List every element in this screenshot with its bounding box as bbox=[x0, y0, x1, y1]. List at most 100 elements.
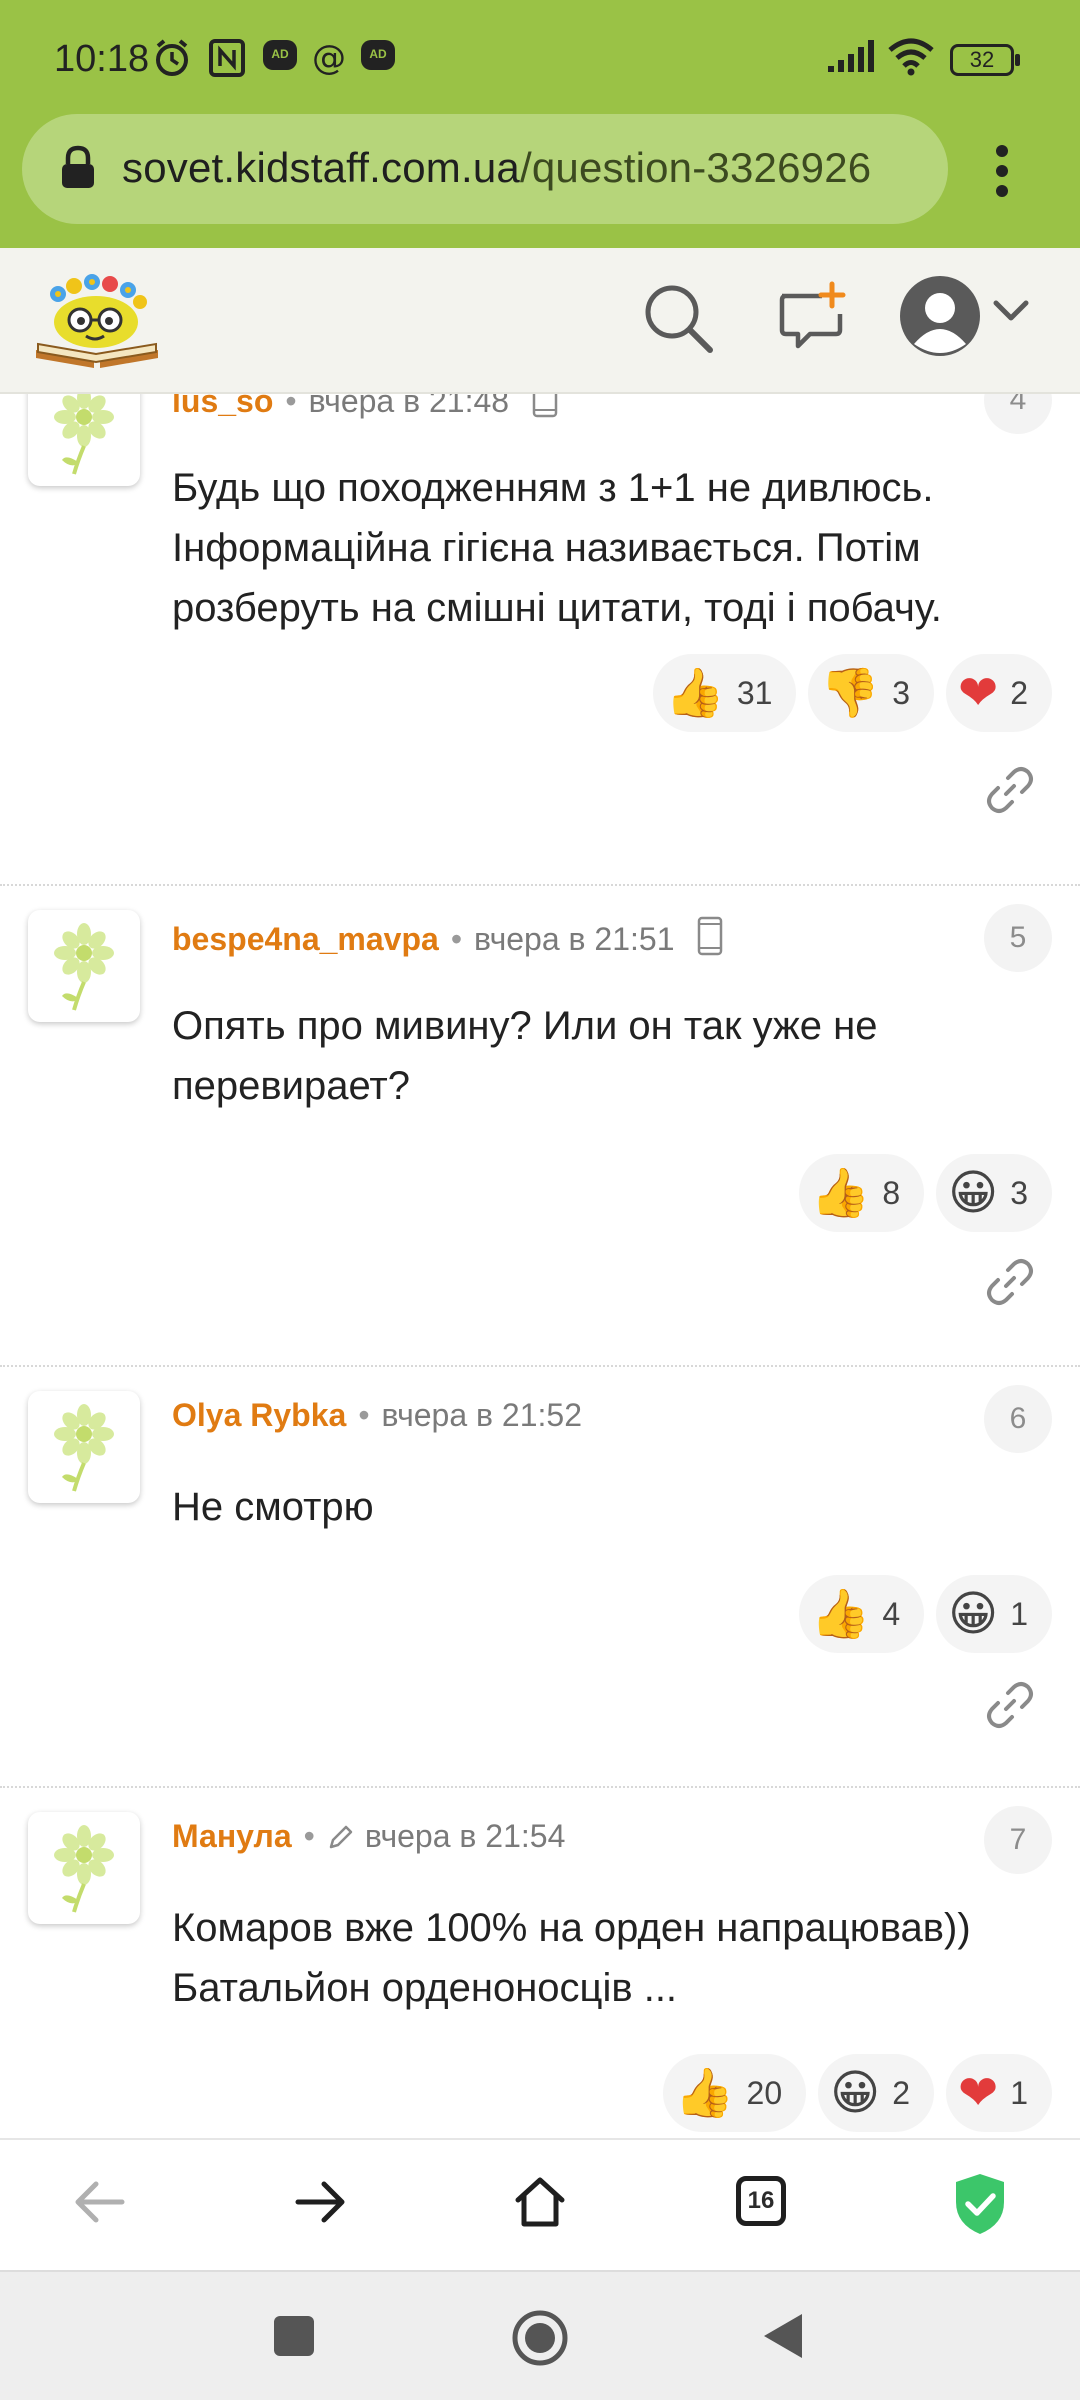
flower-avatar-icon bbox=[54, 923, 114, 1011]
thumbs-up-icon: 👍 bbox=[665, 665, 725, 721]
comment-meta: lus_so • вчера в 21:48 bbox=[172, 394, 558, 420]
tabs-counter-button[interactable]: 16 bbox=[736, 2176, 786, 2226]
reaction-count: 3 bbox=[892, 674, 910, 711]
site-header bbox=[0, 248, 1080, 394]
grinning-face-icon: 😀 bbox=[948, 1586, 999, 1642]
comment-author[interactable]: Olya Rybka bbox=[172, 1397, 346, 1433]
reaction-count: 4 bbox=[882, 1595, 901, 1632]
chevron-down-icon[interactable] bbox=[992, 298, 1030, 324]
signal-icon bbox=[828, 40, 874, 72]
comment-author[interactable]: Манула bbox=[172, 1818, 292, 1854]
flower-avatar-icon bbox=[54, 394, 114, 475]
reaction-count: 31 bbox=[736, 674, 773, 711]
url-path: /question-3326926 bbox=[519, 144, 872, 191]
avatar[interactable] bbox=[28, 1812, 140, 1924]
browser-toolbar: 16 bbox=[0, 2138, 1080, 2270]
separator-dot: • bbox=[303, 1818, 315, 1854]
back-triangle-icon[interactable] bbox=[760, 2310, 806, 2362]
system-nav-bar bbox=[0, 2270, 1080, 2400]
recent-apps-icon[interactable] bbox=[272, 2314, 316, 2358]
thumbs-up-icon: 👍 bbox=[810, 1586, 871, 1642]
svg-text:@: @ bbox=[312, 38, 346, 78]
svg-text:AD: AD bbox=[271, 47, 289, 61]
svg-text:AD: AD bbox=[369, 47, 387, 61]
reaction-grinning[interactable]: 😀 3 bbox=[936, 1154, 1052, 1232]
battery-indicator: 32 bbox=[950, 44, 1020, 76]
mobile-device-icon bbox=[698, 916, 723, 956]
home-icon[interactable] bbox=[510, 2172, 570, 2232]
avatar[interactable] bbox=[28, 910, 140, 1022]
reaction-thumbs-up[interactable]: 👍 8 bbox=[798, 1154, 925, 1232]
comment-meta: Манула • вчера в 21:54 bbox=[172, 1818, 565, 1855]
status-time: 10:18 bbox=[54, 38, 150, 80]
edited-pencil-icon bbox=[329, 1825, 353, 1849]
reaction-count: 20 bbox=[746, 2074, 783, 2111]
comment-item: Манула • вчера в 21:54 7 Комаров вже 100% … bbox=[0, 1788, 1080, 2138]
status-bar: 10:18 AD @ AD 32 bbox=[0, 0, 1080, 114]
heart-icon: ❤ bbox=[957, 2065, 999, 2121]
site-logo[interactable] bbox=[32, 268, 162, 372]
comment-time: вчера в 21:52 bbox=[381, 1397, 582, 1433]
reaction-grinning[interactable]: 😀 1 bbox=[936, 1575, 1052, 1653]
nfc-icon bbox=[209, 39, 245, 77]
shield-check-icon[interactable] bbox=[952, 2172, 1008, 2236]
thumbs-down-icon: 👎 bbox=[820, 665, 881, 721]
reaction-heart[interactable]: ❤ 2 bbox=[945, 654, 1052, 732]
adblocker-icon-2: AD bbox=[361, 40, 395, 70]
comment-number-badge: 4 bbox=[984, 394, 1052, 434]
avatar[interactable] bbox=[28, 394, 140, 486]
avatar[interactable] bbox=[28, 1391, 140, 1503]
search-icon[interactable] bbox=[640, 280, 716, 356]
more-menu-icon[interactable] bbox=[990, 144, 1014, 198]
reaction-thumbs-down[interactable]: 👎 3 bbox=[808, 654, 934, 732]
comments-list: lus_so • вчера в 21:48 4 Будь що походженн… bbox=[0, 394, 1080, 2138]
comment-time: вчера в 21:54 bbox=[364, 1818, 566, 1854]
back-arrow-icon[interactable] bbox=[70, 2172, 130, 2232]
adblocker-icon: AD bbox=[263, 40, 297, 70]
reaction-thumbs-up[interactable]: 👍 31 bbox=[653, 654, 797, 732]
forward-arrow-icon[interactable] bbox=[290, 2172, 350, 2232]
wifi-icon bbox=[888, 38, 934, 76]
link-icon[interactable] bbox=[984, 1256, 1036, 1308]
comment-item: Olya Rybka • вчера в 21:52 6 Не смотрю 👍 4 … bbox=[0, 1367, 1080, 1788]
grinning-face-icon: 😀 bbox=[948, 1165, 999, 1221]
comment-text: Не смотрю bbox=[172, 1485, 374, 1529]
comment-author[interactable]: bespe4na_mavpa bbox=[172, 921, 439, 957]
reaction-thumbs-up[interactable]: 👍 4 bbox=[798, 1575, 925, 1653]
at-sign-icon: @ bbox=[312, 38, 346, 78]
reaction-count: 2 bbox=[892, 2074, 910, 2111]
ask-question-icon[interactable] bbox=[774, 278, 850, 354]
url-domain: sovet.kidstaff.com.ua bbox=[122, 144, 520, 191]
grinning-face-icon: 😀 bbox=[830, 2065, 881, 2121]
flower-avatar-icon bbox=[54, 1404, 114, 1492]
user-avatar-icon[interactable] bbox=[898, 274, 982, 358]
comment-number-badge: 5 bbox=[984, 904, 1052, 972]
url-field[interactable]: sovet.kidstaff.com.ua/question-3326926 bbox=[22, 114, 948, 224]
comment-text: Опять про мивину? Или он так уже не пере… bbox=[172, 1004, 878, 1108]
comment-meta: Olya Rybka • вчера в 21:52 bbox=[172, 1397, 582, 1434]
reaction-heart[interactable]: ❤ 1 bbox=[945, 2054, 1052, 2132]
comment-item: lus_so • вчера в 21:48 4 Будь що походженн… bbox=[0, 394, 1080, 886]
reaction-count: 1 bbox=[1010, 2074, 1028, 2111]
comment-item: bespe4na_mavpa • вчера в 21:51 5 Опять про… bbox=[0, 886, 1080, 1367]
lock-icon[interactable] bbox=[58, 144, 98, 192]
flower-avatar-icon bbox=[54, 1825, 114, 1913]
reactions-bar: 👍 8 😀 3 bbox=[798, 1154, 1052, 1232]
comment-author[interactable]: lus_so bbox=[172, 394, 273, 419]
home-circle-icon[interactable] bbox=[510, 2308, 570, 2368]
link-icon[interactable] bbox=[984, 1679, 1036, 1731]
separator-dot: • bbox=[358, 1397, 370, 1433]
reaction-count: 2 bbox=[1010, 674, 1028, 711]
comment-time: вчера в 21:51 bbox=[474, 921, 675, 957]
thumbs-up-icon: 👍 bbox=[810, 1165, 871, 1221]
comment-number-badge: 6 bbox=[984, 1385, 1052, 1453]
reactions-bar: 👍 20 😀 2 ❤ 1 bbox=[662, 2054, 1052, 2132]
separator-dot: • bbox=[450, 921, 463, 957]
reaction-grinning[interactable]: 😀 2 bbox=[818, 2054, 934, 2132]
link-icon[interactable] bbox=[984, 764, 1036, 816]
comment-text: Будь що походженням з 1+1 не дивлюсь. Ін… bbox=[172, 466, 942, 630]
reaction-thumbs-up[interactable]: 👍 20 bbox=[662, 2054, 807, 2132]
reactions-bar: 👍 4 😀 1 bbox=[798, 1575, 1052, 1653]
comment-number-badge: 7 bbox=[984, 1806, 1052, 1874]
reaction-count: 8 bbox=[882, 1174, 901, 1211]
